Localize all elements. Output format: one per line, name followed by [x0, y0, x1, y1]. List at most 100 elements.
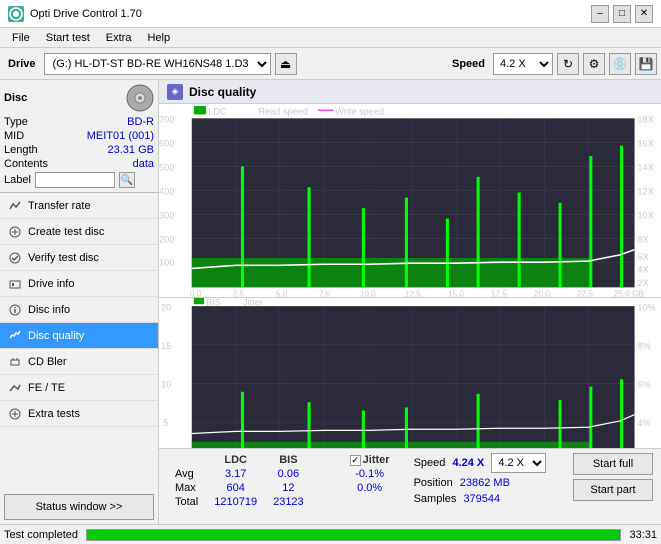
menu-file[interactable]: File	[4, 30, 38, 46]
avg-bis: 0.06	[265, 467, 312, 481]
window-controls: – □ ✕	[591, 5, 653, 23]
maximize-button[interactable]: □	[613, 5, 631, 23]
disc-info-icon	[8, 303, 22, 317]
sidebar-item-verify-test-disc[interactable]: Verify test disc	[0, 245, 158, 271]
save-button[interactable]: 💾	[635, 53, 657, 75]
total-ldc: 1210719	[206, 495, 265, 509]
type-value: BD-R	[127, 116, 154, 128]
speed-select[interactable]: 4.2 X	[493, 53, 553, 75]
position-label: Position	[414, 477, 453, 489]
type-label: Type	[4, 116, 28, 128]
col-bis: BIS	[265, 453, 312, 467]
transfer-rate-icon	[8, 199, 22, 213]
eject-button[interactable]: ⏏	[275, 53, 297, 75]
content-area: ◈ Disc quality	[159, 80, 661, 524]
status-text: Test completed	[4, 529, 78, 541]
sidebar-item-cd-bler[interactable]: CD Bler	[0, 349, 158, 375]
mid-value: MEIT01 (001)	[87, 130, 154, 142]
stats-bar: LDC BIS ✓ Jitter Avg 3.17	[159, 448, 661, 524]
sidebar-item-disc-info[interactable]: Disc info	[0, 297, 158, 323]
sidebar-item-create-test-disc[interactable]: Create test disc	[0, 219, 158, 245]
label-input[interactable]	[35, 172, 115, 188]
samples-label: Samples	[414, 493, 457, 505]
label-search-button[interactable]: 🔍	[119, 172, 135, 188]
drive-info-icon	[8, 277, 22, 291]
speed-dropdown[interactable]: 4.2 X	[491, 453, 546, 473]
charts-container: 18X 16X 14X 12X 10X 8X 6X 4X 2X 700 600 …	[159, 104, 661, 448]
statusbar: Test completed 33:31	[0, 524, 661, 544]
create-test-disc-icon	[8, 225, 22, 239]
svg-text:2X: 2X	[637, 278, 648, 288]
max-spacer	[312, 481, 342, 495]
samples-value: 379544	[463, 493, 500, 505]
svg-text:2.5: 2.5	[233, 289, 245, 296]
max-jitter: 0.0%	[342, 481, 398, 495]
label-label: Label	[4, 174, 31, 186]
speed-value: 4.24 X	[452, 457, 484, 469]
nav-items: Transfer rate Create test disc Verify te…	[0, 193, 158, 490]
disc-panel-title: Disc	[4, 92, 27, 104]
upper-chart-svg: 18X 16X 14X 12X 10X 8X 6X 4X 2X 700 600 …	[159, 104, 661, 297]
svg-text:20.0: 20.0	[534, 289, 550, 296]
close-button[interactable]: ✕	[635, 5, 653, 23]
start-full-button[interactable]: Start full	[573, 453, 653, 475]
svg-text:8X: 8X	[637, 234, 648, 244]
titlebar: Opti Drive Control 1.70 – □ ✕	[0, 0, 661, 28]
sidebar-item-drive-info[interactable]: Drive info	[0, 271, 158, 297]
avg-label: Avg	[167, 467, 206, 481]
drive-select[interactable]: (G:) HL-DT-ST BD-RE WH16NS48 1.D3	[44, 53, 271, 75]
status-window-button[interactable]: Status window >>	[4, 494, 154, 520]
svg-text:700: 700	[159, 115, 174, 125]
col-ldc: LDC	[206, 453, 265, 467]
svg-text:15: 15	[161, 341, 171, 351]
menu-extra[interactable]: Extra	[98, 30, 140, 46]
disc-panel: Disc Type BD-R MID MEIT01 (001)	[0, 80, 158, 193]
disc-quality-header-icon: ◈	[167, 84, 183, 100]
sidebar-item-fe-te[interactable]: FE / TE	[0, 375, 158, 401]
menu-help[interactable]: Help	[139, 30, 178, 46]
start-part-button[interactable]: Start part	[573, 479, 653, 501]
svg-text:25.0 GB: 25.0 GB	[614, 289, 645, 296]
svg-text:4%: 4%	[637, 418, 650, 428]
lower-chart-svg: 10% 8% 6% 4% 2% 20 15 10 5 0.0 2.5 5.0 7…	[159, 298, 661, 448]
avg-jitter: -0.1%	[342, 467, 398, 481]
svg-text:12.5: 12.5	[405, 289, 421, 296]
minimize-button[interactable]: –	[591, 5, 609, 23]
disc-quality-header: ◈ Disc quality	[159, 80, 661, 104]
speed-row: Speed 4.24 X 4.2 X	[414, 453, 547, 473]
action-buttons: Start full Start part	[573, 453, 653, 501]
status-time: 33:31	[629, 529, 657, 541]
speed-label: Speed	[448, 58, 489, 70]
extra-tests-icon	[8, 407, 22, 421]
upper-chart: 18X 16X 14X 12X 10X 8X 6X 4X 2X 700 600 …	[159, 104, 661, 298]
svg-text:7.5: 7.5	[319, 289, 331, 296]
svg-text:400: 400	[159, 186, 174, 196]
disc-icon	[126, 84, 154, 112]
menu-starttest[interactable]: Start test	[38, 30, 98, 46]
titlebar-left: Opti Drive Control 1.70	[8, 6, 142, 22]
settings-button[interactable]: ⚙	[583, 53, 605, 75]
sidebar-item-transfer-rate[interactable]: Transfer rate	[0, 193, 158, 219]
avg-spacer	[312, 467, 342, 481]
length-label: Length	[4, 144, 38, 156]
svg-text:Write speed: Write speed	[335, 106, 384, 116]
refresh-button[interactable]: ↻	[557, 53, 579, 75]
sidebar-item-disc-quality[interactable]: Disc quality	[0, 323, 158, 349]
col-blank	[167, 453, 206, 467]
svg-text:15.0: 15.0	[448, 289, 464, 296]
main-layout: Disc Type BD-R MID MEIT01 (001)	[0, 80, 661, 524]
length-value: 23.31 GB	[108, 144, 154, 156]
jitter-checkbox[interactable]: ✓	[350, 455, 361, 466]
media-button[interactable]: 💿	[609, 53, 631, 75]
drive-label: Drive	[4, 58, 40, 70]
position-value: 23862 MB	[460, 477, 510, 489]
samples-row: Samples 379544	[414, 493, 547, 505]
contents-value: data	[133, 158, 154, 170]
svg-text:8%: 8%	[637, 341, 650, 351]
svg-text:10: 10	[161, 379, 171, 389]
svg-text:4X: 4X	[637, 265, 648, 275]
progress-bar	[86, 529, 621, 541]
app-icon	[8, 6, 24, 22]
svg-text:22.5: 22.5	[577, 289, 593, 296]
sidebar-item-extra-tests[interactable]: Extra tests	[0, 401, 158, 427]
